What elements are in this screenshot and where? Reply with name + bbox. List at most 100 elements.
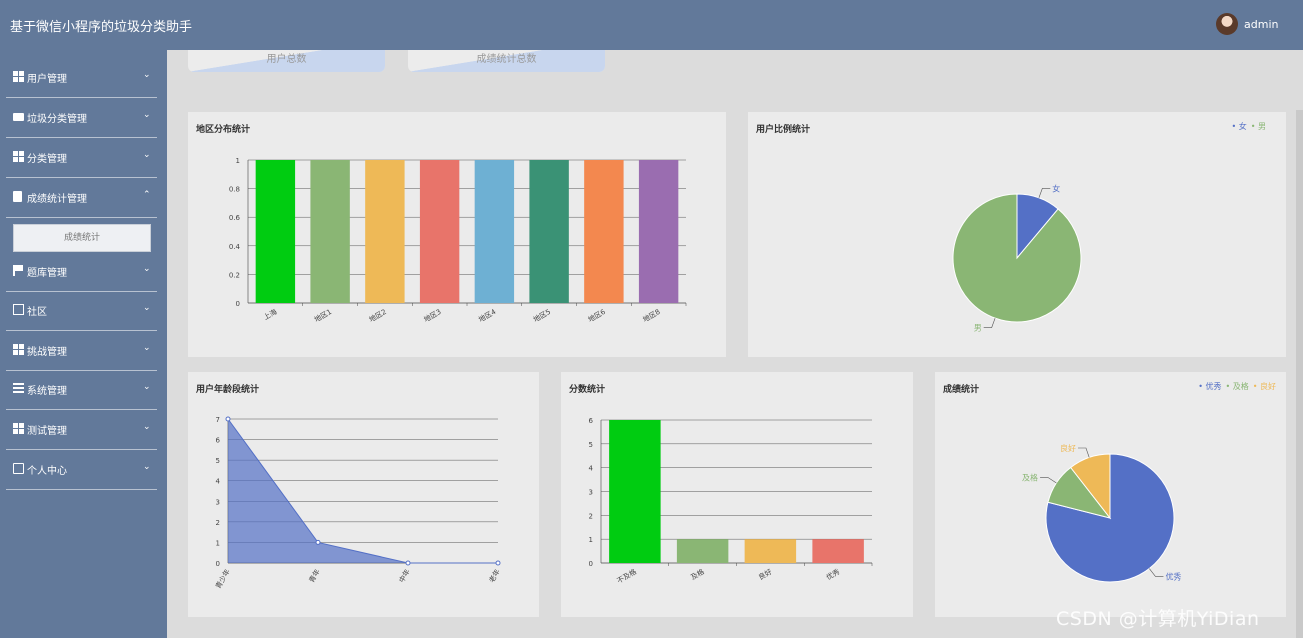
y-tick-label: 1 bbox=[589, 536, 593, 544]
chevron-down-icon: ⌄ bbox=[143, 382, 151, 392]
pie-label-line bbox=[1149, 568, 1164, 577]
y-tick-label: 4 bbox=[216, 478, 221, 486]
grid-icon bbox=[13, 423, 24, 434]
submenu-item-score-statistics[interactable]: 成绩统计 bbox=[13, 224, 151, 252]
bar bbox=[419, 160, 460, 303]
stat-card-score-total: 成绩统计总数 bbox=[408, 50, 605, 72]
y-tick-label: 0.2 bbox=[229, 271, 240, 279]
bar bbox=[584, 160, 624, 303]
sidebar-item-label: 垃圾分类管理 bbox=[27, 114, 87, 125]
flag-icon bbox=[13, 265, 24, 276]
stat-card-user-total: 用户总数 bbox=[188, 50, 385, 72]
y-tick-label: 4 bbox=[589, 465, 594, 473]
score-bar-chart: 0 1 2 3 4 5 6 不及格 及格 良好 优秀 bbox=[589, 417, 873, 585]
area-fill bbox=[228, 419, 498, 563]
pie-label-line bbox=[1038, 188, 1051, 198]
sidebar-item-question-bank[interactable]: 题库管理 ⌄ bbox=[0, 252, 167, 292]
grid-icon bbox=[13, 151, 24, 162]
data-point bbox=[225, 416, 231, 422]
y-tick-label: 2 bbox=[589, 512, 593, 520]
sidebar-item-system-management[interactable]: 系统管理 ⌄ bbox=[0, 370, 167, 410]
panel-grade-statistics: 成绩统计 • 优秀 • 及格 • 良好 优秀 及格 良好 bbox=[935, 372, 1286, 617]
panel-user-ratio: 用户比例统计 • 女 • 男 女男 bbox=[748, 112, 1286, 357]
pie-slice-label: 女 bbox=[1052, 183, 1060, 193]
x-tick-label: 优秀 bbox=[825, 567, 842, 582]
clipboard-icon bbox=[13, 191, 22, 202]
pie-slice-label: 及格 bbox=[1022, 473, 1038, 483]
sidebar-item-category-management[interactable]: 分类管理 ⌄ bbox=[0, 138, 167, 178]
user-ratio-pie-chart: 女男 bbox=[952, 183, 1082, 333]
sidebar-item-label: 社区 bbox=[27, 307, 47, 318]
pie-slice bbox=[952, 193, 1082, 323]
x-tick-label: 不及格 bbox=[615, 567, 638, 585]
chevron-down-icon: ⌄ bbox=[143, 70, 151, 80]
sidebar-item-community[interactable]: 社区 ⌄ bbox=[0, 291, 167, 331]
x-tick-label: 青年 bbox=[307, 568, 322, 585]
x-tick-label: 良好 bbox=[757, 567, 774, 582]
data-point bbox=[495, 560, 501, 566]
sidebar-item-label: 个人中心 bbox=[27, 466, 67, 477]
y-tick-label: 0 bbox=[589, 560, 593, 568]
y-tick-label: 3 bbox=[589, 489, 593, 497]
sidebar-item-label: 分类管理 bbox=[27, 154, 67, 165]
x-tick-label: 青少年 bbox=[213, 568, 231, 591]
scrollbar[interactable] bbox=[1296, 110, 1303, 638]
age-area-chart: 0 1 2 3 4 5 6 7 青少年 青年 中年 老年 bbox=[213, 416, 501, 591]
y-tick-label: 0 bbox=[236, 300, 240, 308]
main-content: 用户总数 成绩统计总数 地区分布统计 0 0.2 0.4 0.6 0.8 1 上海 地区1 地区… bbox=[167, 50, 1303, 638]
y-tick-label: 0.4 bbox=[229, 243, 241, 251]
bar bbox=[529, 160, 569, 303]
y-tick-label: 6 bbox=[216, 437, 221, 445]
x-tick-label: 地区2 bbox=[367, 307, 387, 324]
username[interactable]: admin bbox=[1244, 18, 1278, 31]
sidebar-item-label: 系统管理 bbox=[27, 386, 67, 397]
data-point bbox=[315, 539, 321, 545]
card-icon bbox=[13, 463, 24, 474]
sidebar-item-test-management[interactable]: 测试管理 ⌄ bbox=[0, 410, 167, 450]
grade-pie-chart: 优秀 及格 良好 bbox=[1022, 443, 1181, 583]
sidebar-item-waste-classification[interactable]: 垃圾分类管理 ⌄ bbox=[0, 98, 167, 138]
pie-slice-label: 男 bbox=[974, 324, 982, 333]
briefcase-icon bbox=[13, 113, 24, 121]
bar bbox=[310, 160, 350, 303]
chevron-down-icon: ⌄ bbox=[143, 150, 151, 160]
chart-icon bbox=[13, 304, 24, 315]
grid-icon bbox=[13, 71, 24, 82]
app-title: 基于微信小程序的垃圾分类助手 bbox=[10, 20, 193, 35]
chevron-down-icon: ⌄ bbox=[143, 264, 151, 274]
sidebar-item-label: 成绩统计管理 bbox=[27, 194, 87, 205]
bar bbox=[365, 160, 405, 303]
chevron-down-icon: ⌄ bbox=[143, 343, 151, 353]
y-tick-label: 1 bbox=[236, 157, 240, 165]
sidebar-item-user-management[interactable]: 用户管理 ⌄ bbox=[0, 58, 167, 98]
sidebar-item-challenge-management[interactable]: 挑战管理 ⌄ bbox=[0, 331, 167, 371]
avatar[interactable] bbox=[1216, 13, 1238, 35]
bar bbox=[812, 539, 864, 563]
menu-divider bbox=[6, 217, 157, 218]
sidebar-item-label: 测试管理 bbox=[27, 426, 67, 437]
sidebar-item-score-statistics[interactable]: 成绩统计管理 ⌃ bbox=[0, 178, 167, 218]
chevron-down-icon: ⌄ bbox=[143, 303, 151, 313]
sidebar-item-label: 用户管理 bbox=[27, 74, 67, 85]
x-tick-label: 及格 bbox=[689, 567, 706, 582]
x-tick-label: 地区8 bbox=[641, 307, 661, 324]
top-bar: 基于微信小程序的垃圾分类助手 admin bbox=[0, 0, 1303, 50]
menu-divider bbox=[6, 489, 157, 490]
panel-score-distribution: 分数统计 0 1 2 3 4 5 6 不及格 及格 良好 优秀 bbox=[561, 372, 913, 617]
x-tick-label: 地区6 bbox=[586, 307, 607, 324]
sidebar-item-personal-center[interactable]: 个人中心 ⌄ bbox=[0, 450, 167, 490]
bar bbox=[744, 539, 797, 563]
y-tick-label: 0.8 bbox=[229, 186, 240, 194]
panel-age-distribution: 用户年龄段统计 0 1 2 3 4 5 6 7 青少年 青年 中年 老年 bbox=[188, 372, 539, 617]
bar bbox=[609, 420, 661, 563]
list-icon bbox=[13, 383, 24, 393]
y-tick-label: 3 bbox=[216, 498, 220, 506]
bar bbox=[474, 160, 515, 303]
y-tick-label: 5 bbox=[589, 441, 593, 449]
bar bbox=[676, 539, 729, 563]
chevron-up-icon: ⌃ bbox=[143, 190, 151, 200]
pie-label-line bbox=[1040, 477, 1057, 484]
chevron-down-icon: ⌄ bbox=[143, 110, 151, 120]
grid-icon bbox=[13, 344, 24, 355]
y-tick-label: 7 bbox=[216, 416, 220, 424]
